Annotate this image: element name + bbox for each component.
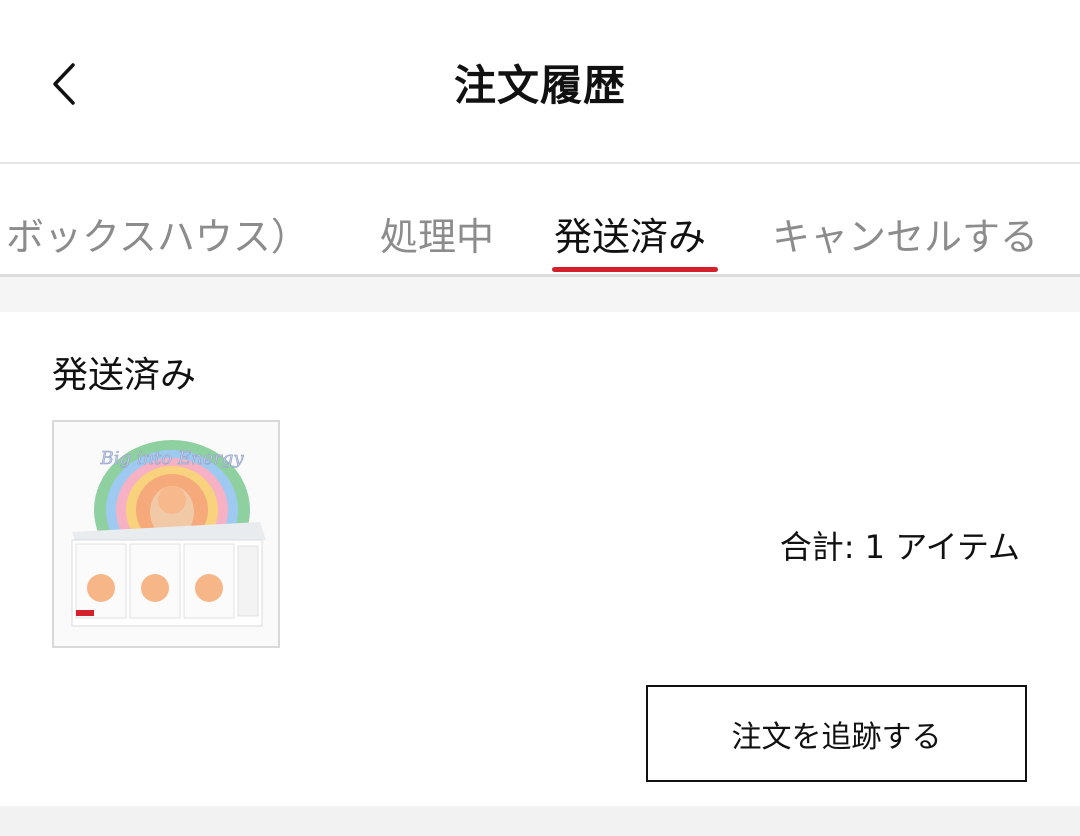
tab-shipped[interactable]: 発送済み [554, 206, 706, 261]
order-status-label: 発送済み [52, 355, 197, 396]
packaging-text: Big into Energy [99, 448, 244, 469]
page-title: 注文履歴 [453, 61, 626, 110]
active-tab-indicator [552, 267, 718, 272]
tab-box-house[interactable]: ボックスハウス） [6, 206, 309, 261]
tab-cancel[interactable]: キャンセルする [772, 206, 1038, 261]
page-bottom-spacer [0, 806, 1080, 836]
product-image: Big into Energy [54, 422, 278, 646]
tabs-divider [0, 274, 1080, 277]
order-total: 合計: 1 アイテム [779, 528, 1020, 566]
order-status-tabs: ボックスハウス） 処理中 発送済み キャンセルする [0, 164, 1080, 274]
order-card: 発送済み Big into Energy 合計: 1 アイテム 注文を追跡する [0, 312, 1080, 806]
header-bar: 注文履歴 [0, 0, 1080, 162]
product-thumbnail[interactable]: Big into Energy [52, 420, 280, 648]
tab-processing[interactable]: 処理中 [380, 206, 494, 261]
track-order-button[interactable]: 注文を追跡する [646, 685, 1027, 782]
